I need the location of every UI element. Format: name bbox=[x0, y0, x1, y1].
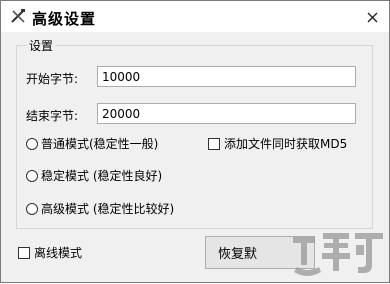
radio-stable-mode[interactable]: 稳定模式 (稳定性良好) bbox=[26, 167, 162, 184]
offline-mode-label: 离线模式 bbox=[34, 246, 83, 260]
close-button[interactable] bbox=[360, 6, 384, 28]
start-byte-input[interactable] bbox=[97, 66, 356, 87]
radio-stable-mode-label: 稳定模式 (稳定性良好) bbox=[41, 169, 163, 183]
radio-advanced-mode[interactable]: 高级模式 (稳定性比较好) bbox=[26, 200, 174, 217]
radio-normal-mode[interactable]: 普通模式(稳定性一般) bbox=[26, 135, 158, 152]
end-byte-input[interactable] bbox=[97, 103, 356, 124]
tools-icon bbox=[11, 9, 25, 23]
title-bar[interactable]: 高级设置 bbox=[1, 1, 389, 32]
add-md5-label: 添加文件同时获取MD5 bbox=[224, 137, 348, 151]
checkbox[interactable] bbox=[18, 246, 30, 259]
end-byte-label: 结束字节: bbox=[26, 109, 79, 123]
radio-button[interactable] bbox=[26, 137, 38, 150]
radio-advanced-mode-label: 高级模式 (稳定性比较好) bbox=[41, 202, 175, 216]
watermark-logo bbox=[293, 233, 383, 276]
offline-mode-checkbox[interactable]: 离线模式 bbox=[18, 244, 82, 261]
restore-defaults-label: 恢复默 bbox=[218, 247, 258, 262]
close-icon bbox=[367, 12, 377, 22]
groupbox-label: 设置 bbox=[27, 37, 56, 54]
radio-button[interactable] bbox=[26, 169, 38, 182]
settings-dialog: 高级设置 设置 开始字节: 结束字节: 普通模式(稳定性一般) 添加文件同时获取… bbox=[0, 0, 390, 283]
add-md5-checkbox[interactable]: 添加文件同时获取MD5 bbox=[208, 135, 347, 152]
checkbox[interactable] bbox=[208, 137, 220, 150]
radio-normal-mode-label: 普通模式(稳定性一般) bbox=[41, 137, 159, 151]
radio-button[interactable] bbox=[26, 202, 38, 215]
start-byte-label: 开始字节: bbox=[26, 72, 79, 86]
window-title: 高级设置 bbox=[32, 10, 97, 28]
